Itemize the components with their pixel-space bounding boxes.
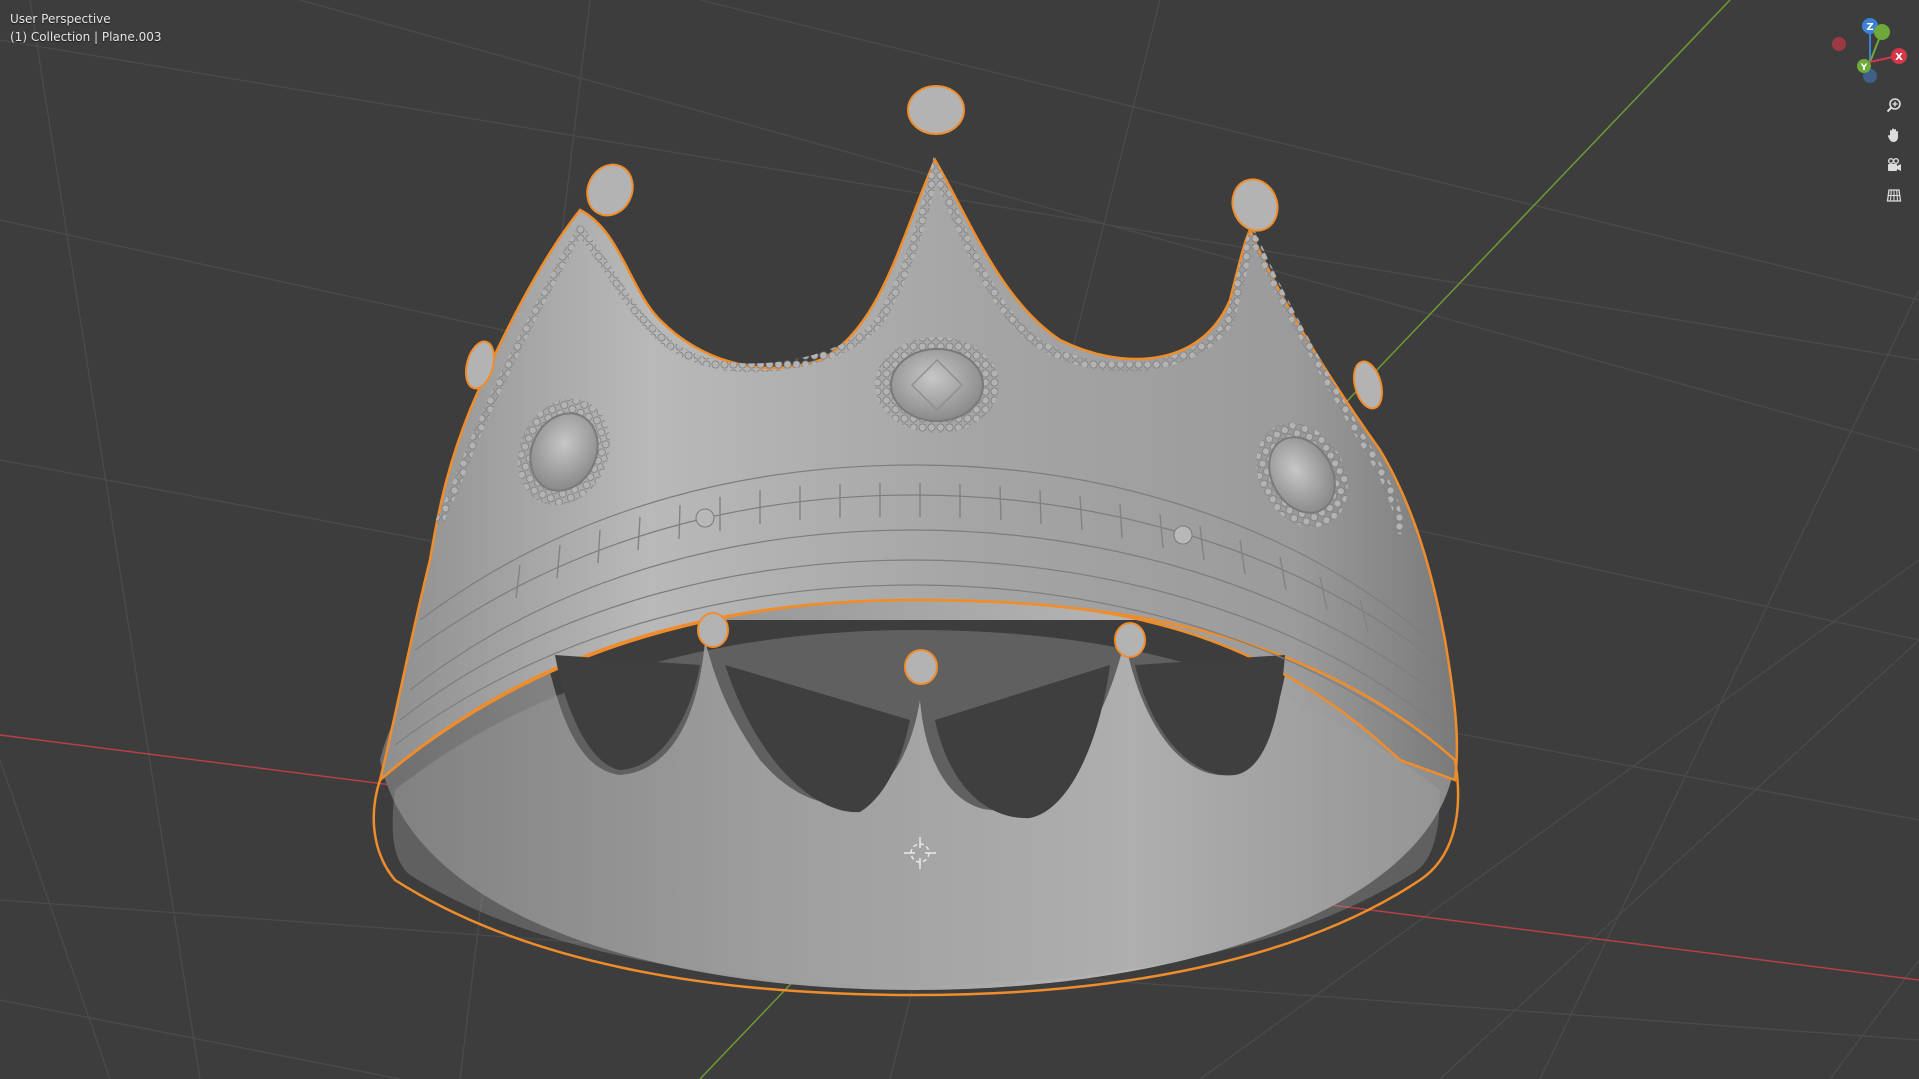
pan-button[interactable] [1881,122,1907,148]
collection-info: (1) Collection | Plane.003 [10,30,162,44]
zoom-icon [1886,98,1901,113]
gizmo-x-label: X [1895,52,1903,63]
camera-view-button[interactable] [1881,152,1907,178]
ortho-toggle-button[interactable] [1881,182,1907,208]
navigation-gizmo[interactable]: Z Y X [1825,12,1915,92]
view-name: User Perspective [10,12,111,26]
gizmo-neg-x-ball[interactable] [1832,37,1846,51]
zoom-button[interactable] [1881,92,1907,118]
viewport-info: User Perspective (1) Collection | Plane.… [10,10,161,46]
grid-ortho-icon [1886,189,1902,202]
viewport-tools [1881,92,1913,212]
gizmo-z-label: Z [1866,22,1873,33]
gizmo-y-ball[interactable] [1874,24,1890,40]
camera-icon [1888,158,1901,171]
pan-hand-icon [1887,128,1898,142]
gizmo-y-label: Y [1860,63,1868,73]
3d-viewport[interactable] [0,0,1919,1079]
